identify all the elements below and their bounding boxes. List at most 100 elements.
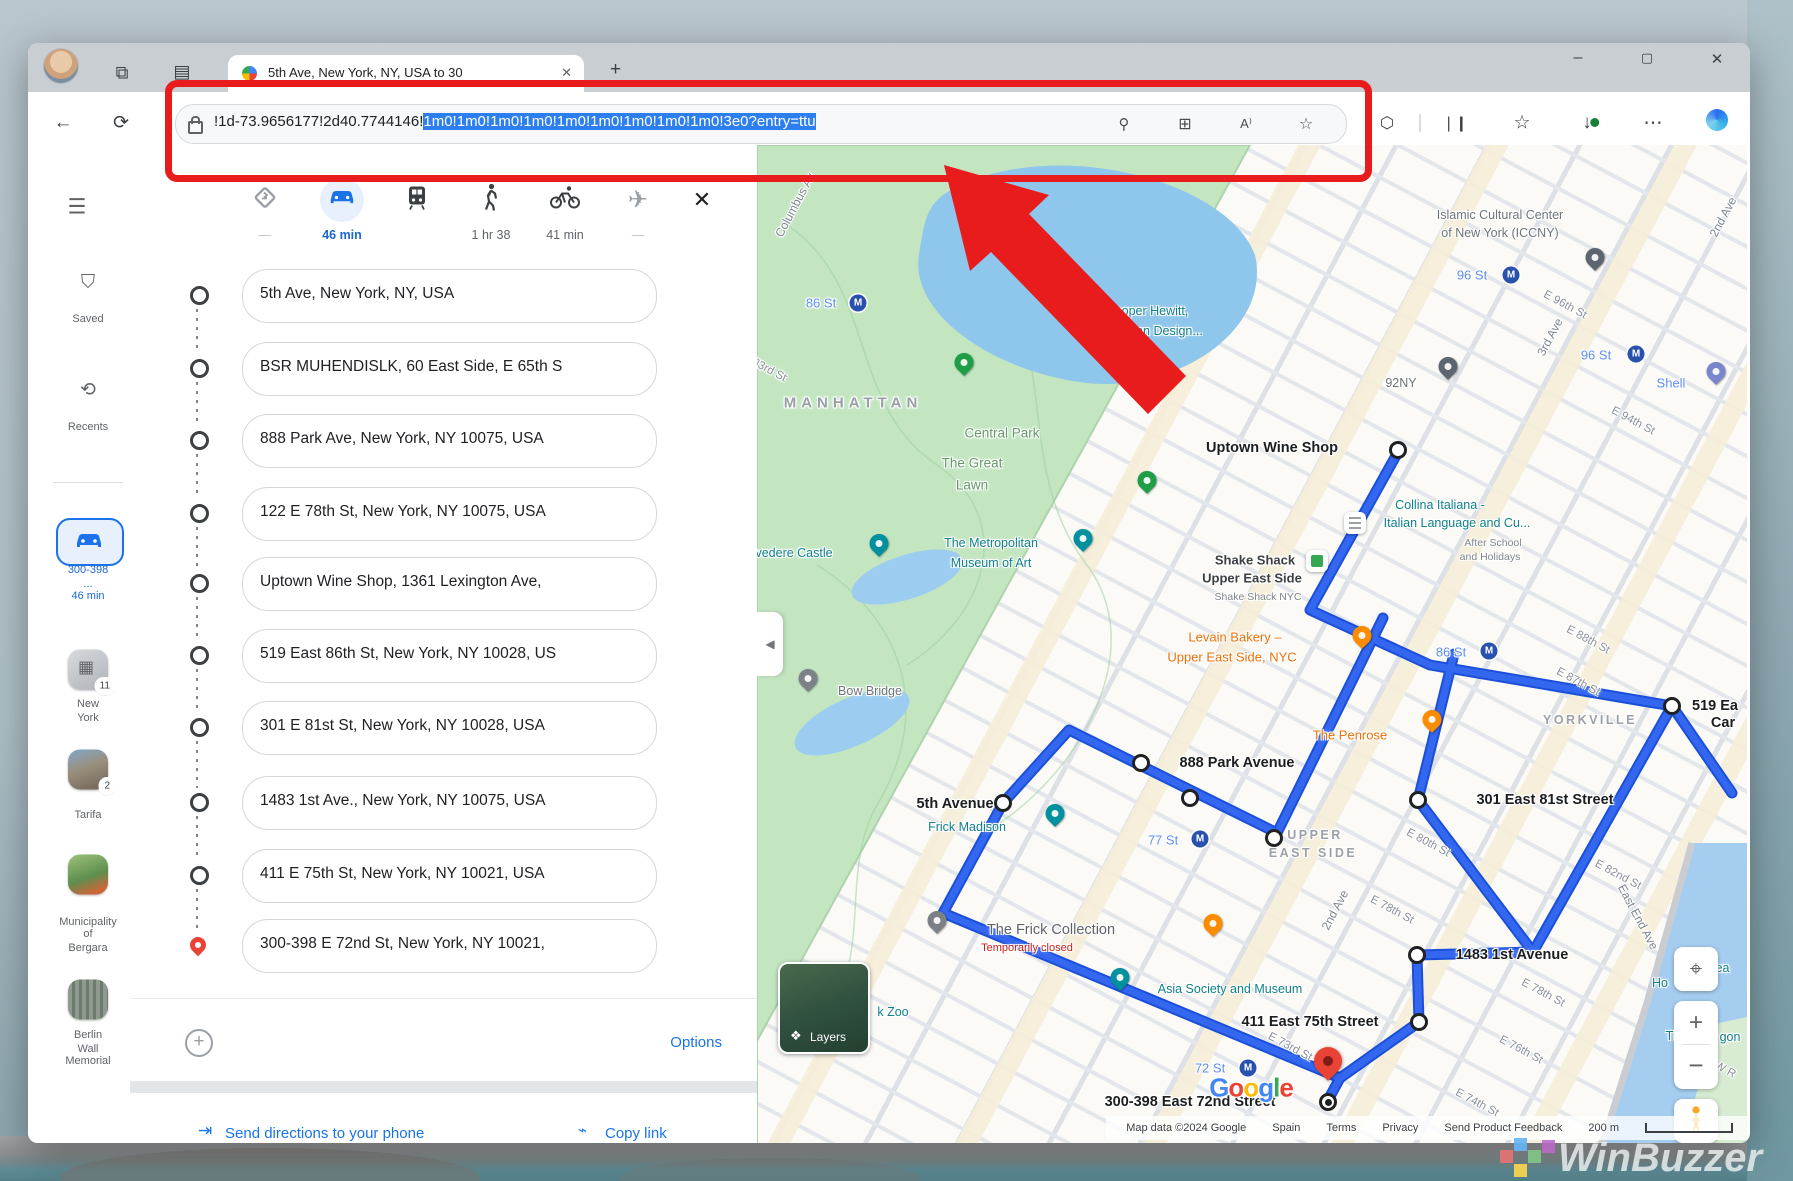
map-label: 888 Park Avenue — [1180, 755, 1295, 771]
recents-icon[interactable]: ⟲ — [80, 379, 96, 402]
sidebar-item-berlin-line1[interactable]: Berlin Wall — [67, 1028, 109, 1056]
sidebar-item-tarifa-thumb[interactable]: 2 — [68, 750, 108, 795]
attribution-200-m[interactable]: 200 m — [1588, 1122, 1619, 1134]
desktop-wallpaper-right — [1747, 0, 1793, 1181]
zoom-in-button[interactable]: + — [1674, 1001, 1718, 1044]
sidebar-item-new-york[interactable]: New York — [67, 697, 109, 725]
sidebar-item-recents[interactable]: Recents — [68, 420, 108, 434]
subway-station-icon: M — [1503, 267, 1520, 284]
refresh-button[interactable]: ⟳ — [113, 112, 129, 135]
waypoint-input[interactable]: 300-398 E 72nd St, New York, NY 10021, — [242, 919, 657, 973]
layers-icon: ❖ — [790, 1028, 802, 1044]
menu-icon[interactable]: ☰ — [68, 195, 87, 220]
map-label: Ho — [1652, 976, 1668, 990]
map-label: Upper East Side, NYC — [1167, 650, 1296, 665]
split-screen-icon[interactable]: ❘❙ — [1442, 114, 1467, 132]
close-directions-icon[interactable]: ✕ — [693, 187, 711, 213]
waypoint-connector — [196, 669, 198, 713]
zoom-out-button[interactable]: − — [1674, 1045, 1718, 1088]
my-location-button[interactable]: ⌖ — [1674, 947, 1718, 991]
window-close-button[interactable]: ✕ — [1711, 50, 1724, 68]
options-button[interactable]: Options — [670, 1034, 722, 1051]
new-tab-button[interactable]: + — [610, 59, 621, 81]
route-waypoint-dot — [994, 794, 1012, 812]
send-directions-button[interactable]: Send directions to your phone — [225, 1125, 424, 1142]
watermark-text: WinBuzzer — [1558, 1136, 1762, 1181]
waypoint-text: 519 East 86th St, New York, NY 10028, US — [260, 645, 640, 663]
attribution-terms[interactable]: Terms — [1326, 1122, 1356, 1134]
route-waypoint-dot — [1663, 697, 1681, 715]
copy-link-button[interactable]: Copy link — [605, 1125, 667, 1142]
workspaces-icon[interactable]: ⧉ — [116, 63, 129, 84]
sidebar-active-trip[interactable] — [56, 518, 124, 566]
sidebar-item-saved[interactable]: Saved — [72, 312, 103, 326]
layers-button[interactable]: ❖ Layers — [778, 962, 870, 1054]
settings-more-icon[interactable]: ⋯ — [1644, 112, 1663, 135]
waypoint-input[interactable]: BSR MUHENDISLK, 60 East Side, E 65th S — [242, 342, 657, 396]
collapse-panel-button[interactable]: ◀ — [757, 612, 783, 676]
waypoint-text: 5th Ave, New York, NY, USA — [260, 285, 640, 303]
extensions-icon[interactable]: ⬡ — [1380, 113, 1394, 133]
sidebar-item-berlin-line2[interactable]: Memorial — [65, 1054, 110, 1068]
sidebar-item-bergara-thumb[interactable] — [68, 855, 108, 900]
add-destination-button[interactable]: + — [185, 1029, 213, 1057]
trip-time[interactable]: 46 min — [71, 589, 104, 603]
sidebar-item-tarifa[interactable]: Tarifa — [75, 808, 102, 822]
sidebar-item-bergara-line2[interactable]: of Bergara — [67, 927, 109, 955]
map-label: The Frick Collection — [987, 922, 1115, 938]
browser-profile-avatar[interactable] — [43, 48, 79, 84]
subway-station-icon: M — [1481, 643, 1498, 660]
waypoint-input[interactable]: 519 East 86th St, New York, NY 10028, US — [242, 629, 657, 683]
travel-mode-best-routes[interactable] — [252, 185, 278, 216]
sidebar-item-berlin-thumb[interactable] — [68, 980, 108, 1025]
tab-close-icon[interactable]: ✕ — [561, 65, 572, 81]
waypoint-circle — [190, 359, 209, 378]
panel-bottom-actions: ⇥ Send directions to your phone ⌁ Copy l… — [130, 1093, 757, 1143]
map-label: 86 St — [1436, 645, 1466, 660]
travel-mode-driving[interactable] — [328, 188, 356, 213]
travel-mode-transit[interactable] — [406, 185, 428, 216]
waypoint-connector — [196, 527, 198, 569]
attribution-send-product-feedback[interactable]: Send Product Feedback — [1444, 1122, 1562, 1134]
attribution-privacy[interactable]: Privacy — [1382, 1122, 1418, 1134]
window-maximize-button[interactable]: ▢ — [1641, 50, 1653, 66]
map-label: 77 St — [1148, 833, 1178, 848]
trip-label[interactable]: 300-398 ... — [67, 563, 109, 591]
sidebar-item-new-york-thumb[interactable]: ▦11 — [68, 650, 108, 695]
window-minimize-button[interactable]: – — [1574, 49, 1583, 67]
favorites-icon[interactable]: ☆ — [1513, 112, 1530, 135]
annotation-highlight-box — [165, 80, 1372, 182]
subway-station-icon: M — [850, 295, 867, 312]
map-scale-bar — [1645, 1123, 1733, 1133]
map-canvas[interactable]: Columbus Av86 StW 83rd StMANHATTANCentra… — [757, 145, 1747, 1143]
map-label: Shake Shack NYC — [1215, 591, 1302, 603]
waypoint-input[interactable]: 1483 1st Ave., New York, NY 10075, USA — [242, 776, 657, 830]
travel-mode-time-cycling: 41 min — [546, 228, 584, 242]
saved-icon[interactable]: ⛉ — [81, 272, 95, 294]
travel-mode-flight[interactable]: ✈ — [628, 186, 648, 215]
route-waypoint-dot — [1265, 829, 1283, 847]
downloads-icon[interactable]: ↓ — [1582, 112, 1592, 134]
waypoint-input[interactable]: 5th Ave, New York, NY, USA — [242, 269, 657, 323]
directions-panel: ✈ ✕ —46 min1 hr 3841 min— 5th Ave, New Y… — [130, 145, 757, 1143]
travel-mode-walking[interactable] — [483, 184, 499, 217]
waypoint-input[interactable]: Uptown Wine Shop, 1361 Lexington Ave, — [242, 557, 657, 611]
panel-divider — [130, 998, 757, 999]
link-icon: ⌁ — [578, 1121, 587, 1139]
destination-target-dot — [1319, 1093, 1337, 1111]
subway-station-icon: M — [1192, 831, 1209, 848]
map-label: Levain Bakery – — [1188, 630, 1281, 645]
copilot-icon[interactable] — [1706, 109, 1728, 137]
map-label: The Penrose — [1313, 728, 1387, 743]
waypoint-text: BSR MUHENDISLK, 60 East Side, E 65th S — [260, 358, 640, 376]
sidebar-divider — [53, 482, 123, 483]
travel-mode-cycling[interactable] — [550, 186, 580, 215]
waypoint-input[interactable]: 122 E 78th St, New York, NY 10075, USA — [242, 487, 657, 541]
waypoint-input[interactable]: 301 E 81st St, New York, NY 10028, USA — [242, 701, 657, 755]
attribution-spain[interactable]: Spain — [1272, 1122, 1300, 1134]
waypoint-connector — [196, 889, 198, 931]
google-maps-favicon — [242, 66, 257, 81]
back-button[interactable]: ← — [54, 112, 73, 134]
waypoint-input[interactable]: 888 Park Ave, New York, NY 10075, USA — [242, 414, 657, 468]
waypoint-input[interactable]: 411 E 75th St, New York, NY 10021, USA — [242, 849, 657, 903]
